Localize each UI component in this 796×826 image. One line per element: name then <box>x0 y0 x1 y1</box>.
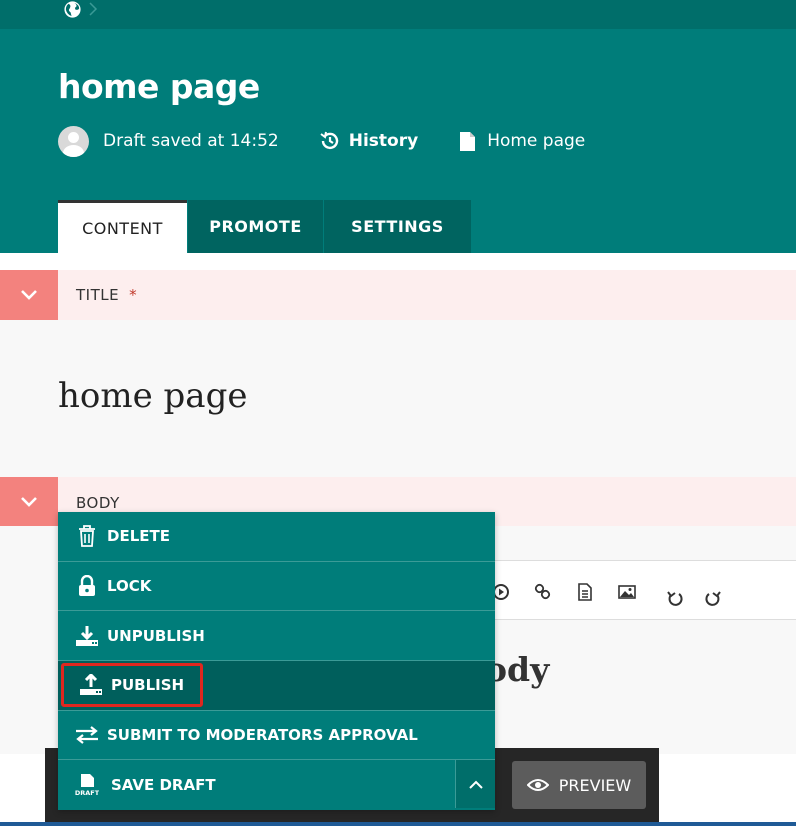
image-icon[interactable] <box>618 583 636 601</box>
chevron-right-icon <box>89 2 98 16</box>
page-header: home page Draft saved at 14:52 History H… <box>0 29 796 253</box>
body-collapse-toggle[interactable] <box>0 477 58 526</box>
preview-label: PREVIEW <box>558 775 632 795</box>
required-mark: * <box>129 286 138 304</box>
menu-item-label: LOCK <box>107 577 152 596</box>
link-icon[interactable] <box>534 583 552 601</box>
chevron-down-icon <box>21 290 37 300</box>
eye-icon <box>526 779 549 791</box>
menu-item-label: UNPUBLISH <box>107 626 205 645</box>
actions-menu-toggle[interactable] <box>455 760 495 809</box>
globe-icon[interactable] <box>63 0 82 19</box>
menu-item-lock[interactable]: LOCK <box>58 562 495 612</box>
menu-item-save-draft[interactable]: DRAFT SAVE DRAFT <box>58 760 495 810</box>
menu-item-label: DELETE <box>107 527 170 546</box>
title-field-header: TITLE * <box>0 270 796 320</box>
trash-icon <box>75 524 99 548</box>
history-link[interactable]: History <box>319 130 418 152</box>
chevron-down-icon <box>21 496 37 507</box>
avatar <box>58 125 89 157</box>
tab-promote[interactable]: PROMOTE <box>188 200 323 253</box>
menu-item-publish[interactable]: PUBLISH <box>58 661 495 711</box>
page-type-link[interactable]: Home page <box>459 131 585 152</box>
history-label: History <box>348 131 419 151</box>
menu-item-unpublish[interactable]: UNPUBLISH <box>58 611 495 662</box>
title-field-label: TITLE * <box>76 286 138 304</box>
body-field-label: BODY <box>76 494 120 512</box>
page-title: home page <box>58 67 260 106</box>
svg-text:DRAFT: DRAFT <box>75 789 99 797</box>
tab-settings[interactable]: SETTINGS <box>324 200 471 253</box>
draft-status: Draft saved at 14:52 <box>103 131 279 151</box>
menu-item-submit-moderation[interactable]: SUBMIT TO MODERATORS APPROVAL <box>58 711 495 761</box>
breadcrumb <box>0 0 796 29</box>
lock-icon <box>75 574 99 598</box>
tab-content[interactable]: CONTENT <box>58 200 187 253</box>
menu-item-label: SUBMIT TO MODERATORS APPROVAL <box>107 726 418 745</box>
download-tray-icon <box>75 624 99 648</box>
title-value[interactable]: home page <box>58 376 247 416</box>
menu-item-label: SAVE DRAFT <box>111 776 216 795</box>
highlight-box <box>61 663 203 708</box>
tab-bar: CONTENT PROMOTE SETTINGS <box>58 200 472 253</box>
page-type-label: Home page <box>487 131 586 151</box>
bottom-border <box>0 822 796 826</box>
undo-icon[interactable] <box>666 589 684 607</box>
redo-icon[interactable] <box>704 589 722 607</box>
history-icon <box>320 131 338 150</box>
menu-item-delete[interactable]: DELETE <box>58 512 495 562</box>
document-icon <box>460 131 476 151</box>
preview-button[interactable]: PREVIEW <box>512 761 646 809</box>
title-collapse-toggle[interactable] <box>0 270 58 320</box>
draft-doc-icon: DRAFT <box>75 773 99 797</box>
editor-toolbar <box>480 560 796 620</box>
actions-menu: DELETE LOCK UNPUBLISH PUBLISH SUBMIT TO … <box>58 512 495 811</box>
swap-arrows-icon <box>75 723 99 747</box>
title-input[interactable]: home page <box>0 320 796 477</box>
meta-row: Draft saved at 14:52 History Home page <box>58 125 585 157</box>
chevron-up-icon <box>468 780 483 789</box>
document-link-icon[interactable] <box>576 583 594 601</box>
